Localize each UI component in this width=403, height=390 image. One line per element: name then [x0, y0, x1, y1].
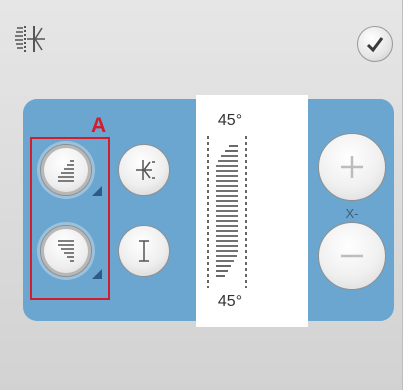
plus-icon [341, 156, 363, 178]
checkmark-icon [366, 37, 384, 53]
mirror-side-button[interactable] [118, 144, 170, 196]
mirror-tapering-icon [14, 22, 48, 56]
minus-icon [341, 254, 363, 258]
stitch-preview-graphic [207, 136, 247, 288]
annotation-highlight-box [30, 137, 110, 300]
angle-top-label: 45° [217, 112, 243, 129]
mirror-length-icon [139, 240, 149, 262]
angle-bottom-label: 45° [217, 293, 243, 310]
decrease-button[interactable] [318, 222, 386, 290]
stitch-edit-screen: 45° 45° A X- [0, 0, 403, 390]
annotation-callout-label: A [91, 114, 107, 137]
increase-button[interactable] [318, 133, 386, 201]
confirm-button[interactable] [357, 26, 393, 62]
mirror-length-button[interactable] [118, 225, 170, 277]
stepper-axis-label: X- [345, 206, 359, 221]
mirror-side-icon [136, 160, 155, 180]
